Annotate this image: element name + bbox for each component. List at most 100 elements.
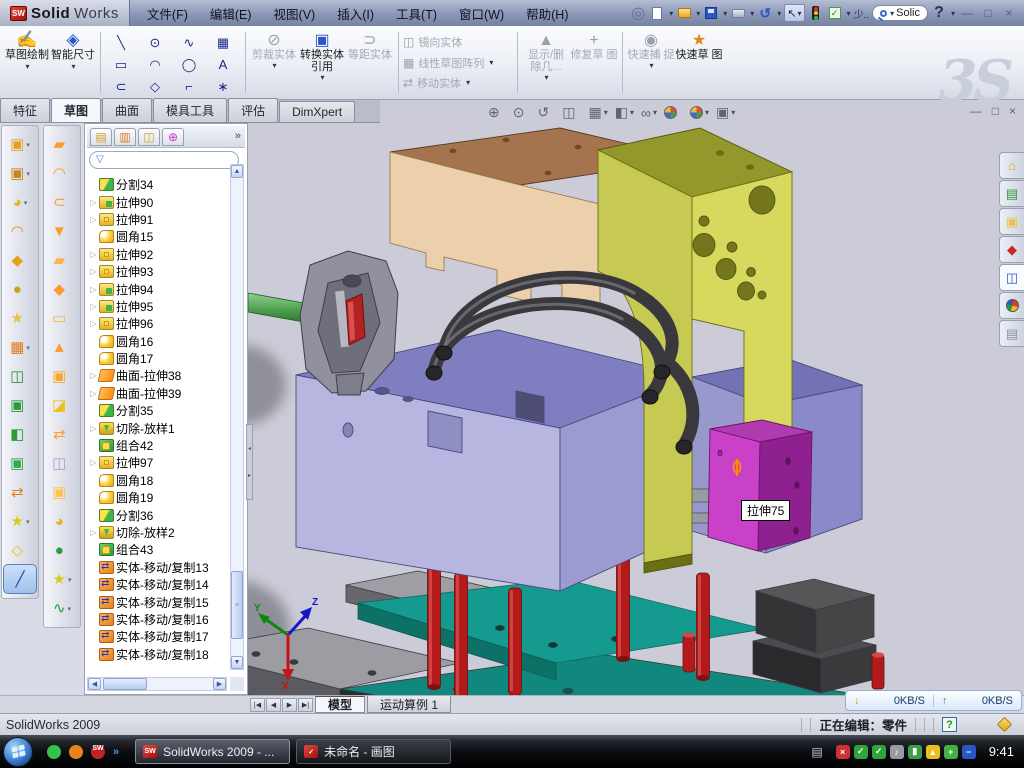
filled-surface-icon[interactable]: ◆ ▾ [44,275,80,304]
expand-arrow-icon[interactable]: ▷ [88,215,99,224]
document-tab[interactable]: 模型 [315,696,365,713]
propertymanager-tab-icon[interactable]: ▥ [114,128,136,146]
sketch-entity-button[interactable]: ╲ [105,31,139,53]
smart-dimension-button[interactable]: ◈ 智能尺寸 ▾ [50,28,96,97]
extend-surface-icon[interactable]: ⇄ ▾ [44,420,80,449]
volume-tray-icon[interactable]: ♪ [890,745,904,759]
restore-button[interactable]: □ [979,6,997,20]
new-file-dropdown[interactable]: ▾ [669,9,673,18]
sketch-entity-button[interactable]: ◇ [139,75,173,97]
sketch-dropdown[interactable]: ▾ [25,62,29,71]
swept-icon[interactable]: ◠ ▾ [2,217,38,246]
feature-tree-item[interactable]: ▷ 曲面-拉伸39 [88,385,227,402]
fillet-icon[interactable]: ◕ ▾ [2,188,38,217]
feature-tree-item[interactable]: ▷ 拉伸92 [88,246,227,263]
expand-arrow-icon[interactable]: ▷ [88,424,99,433]
scroll-up-icon[interactable]: ▲ [231,165,243,178]
appearances-scenes-icon[interactable] [999,292,1024,319]
document-tab[interactable]: 运动算例 1 [367,696,451,713]
sketch-entity-button[interactable]: ▭ [105,53,139,75]
minimize-button[interactable]: — [958,6,976,20]
configurationmanager-tab-icon[interactable]: ◫ [138,128,160,146]
help-dropdown[interactable]: ▾ [951,9,955,18]
apply-scene-icon[interactable]: ▾ [690,106,709,119]
rapid-sketch-button[interactable]: ★ 快速草 图 [675,28,723,97]
feature-tree-item[interactable]: ▷ 分割35 [88,402,227,419]
feature-tree-item[interactable]: ▷ 实体-移动/复制16 [88,611,227,628]
body-icon[interactable]: ▣ ▾ [2,449,38,478]
undo-button[interactable]: ↺ [757,4,773,22]
extruded-surface-icon[interactable]: ▰ ▾ [44,130,80,159]
options-button[interactable]: ✓ [827,4,843,22]
expand-arrow-icon[interactable]: ▷ [88,267,99,276]
options-dropdown[interactable]: ▾ [847,9,851,18]
tree-horizontal-scrollbar[interactable]: ◀ ▶ [87,677,227,691]
close-button[interactable]: × [1000,6,1018,20]
sketch-entity-button[interactable]: ∗ [207,75,241,97]
panel-splitter[interactable]: ◂▸ [246,424,253,500]
menu-item[interactable]: 编辑(E) [199,4,263,23]
sketch-entity-button[interactable]: ◠ [139,53,173,75]
start-button[interactable] [3,737,33,767]
protection-tray-icon[interactable]: + [944,745,958,759]
combine-icon[interactable]: ▣ ▾ [2,391,38,420]
feature-tree-item[interactable]: ▷ 圆角15 [88,228,227,245]
hide-show-items-icon[interactable]: ∞ ▾ [641,105,657,121]
feature-tree-item[interactable]: ▷ 实体-移动/复制17 [88,628,227,645]
sprue-red-insert[interactable] [346,294,365,345]
sketch-entity-button[interactable]: ∿ [173,31,207,53]
reference-geometry-icon[interactable]: ◇ ▾ [2,536,38,565]
mold-assembly-model[interactable] [248,123,1024,695]
tab-nav-button[interactable]: ▶| [298,698,313,712]
knit-surface-icon[interactable]: ▣ ▾ [44,362,80,391]
menu-item[interactable]: 插入(I) [326,4,385,23]
open-file-dropdown[interactable]: ▾ [696,9,700,18]
move-copy-icon[interactable]: ⇄ ▾ [2,478,38,507]
view-palette-icon[interactable]: ◫ [999,264,1024,291]
help-button[interactable]: ? [931,4,947,22]
offset-entities-button[interactable]: ⊃ 等距实体 [346,28,394,97]
taskbar-clock[interactable]: 9:41 [989,744,1014,759]
trim-surface-icon[interactable]: ◪ ▾ [44,391,80,420]
extruded-boss-icon[interactable]: ▣ ▾ [2,130,38,159]
sketch-tool-row[interactable]: ◫ 镜向实体 ▾ [403,34,513,50]
panel-chevron-icon[interactable]: » [235,130,241,142]
rebuild-icon[interactable] [808,4,824,22]
feature-tree-item[interactable]: ▷ 实体-移动/复制18 [88,646,227,663]
boundary-surface-icon[interactable]: ▰ ▾ [44,246,80,275]
side-insert-block[interactable] [708,420,812,551]
save-dropdown[interactable]: ▾ [723,9,727,18]
new-file-button[interactable] [649,4,665,22]
feature-tree-item[interactable]: ▷ 拉伸97 [88,454,227,471]
ribbon-tab[interactable]: DimXpert [279,101,355,122]
feature-tree-item[interactable]: ▷ 拉伸93 [88,263,227,280]
view-settings-icon[interactable]: ▣ ▾ [716,104,735,121]
feature-tree-item[interactable]: ▷ 实体-移动/复制13 [88,559,227,576]
lofted-surface-icon[interactable]: ▼ ▾ [44,217,80,246]
feature-tree-item[interactable]: ▷ 切除-放样1 [88,419,227,436]
dimxpert-tab-icon[interactable]: ⊕ [162,128,184,146]
pin-icon[interactable]: ◎ [630,4,646,22]
edit-appearance-icon[interactable]: ▾ [664,106,683,119]
offset-surface-icon[interactable]: ▲ ▾ [44,333,80,362]
quick-launch-chevron[interactable]: » [113,746,119,758]
planar-surface-icon[interactable]: ▭ ▾ [44,304,80,333]
smart-dimension-dropdown[interactable]: ▾ [71,62,75,71]
launcher-quicklaunch-icon[interactable] [69,745,83,759]
previous-view-icon[interactable]: ↺ ▾ [538,104,556,121]
security-tray-icon[interactable]: ✓ [854,745,868,759]
ribbon-tab[interactable]: 曲面 [102,98,152,122]
design-library-icon[interactable]: ▤ [999,180,1024,207]
untrim-surface-icon[interactable]: ◫ ▾ [44,449,80,478]
open-file-button[interactable] [676,4,692,22]
expand-arrow-icon[interactable]: ▷ [88,458,99,467]
extruded-cut-icon[interactable]: ▣ ▾ [2,159,38,188]
featuremanager-tab-icon[interactable]: ▤ [90,128,112,146]
freeform-icon[interactable]: ★ ▾ [44,565,80,594]
split-icon[interactable]: ◧ ▾ [2,420,38,449]
messenger-quicklaunch-icon[interactable] [47,745,61,759]
doc-close-button[interactable]: × [1009,104,1016,118]
ribbon-tab[interactable]: 特征 [0,98,50,122]
sketch-entity-button[interactable]: ▦ [207,31,241,53]
expand-arrow-icon[interactable]: ▷ [88,285,99,294]
